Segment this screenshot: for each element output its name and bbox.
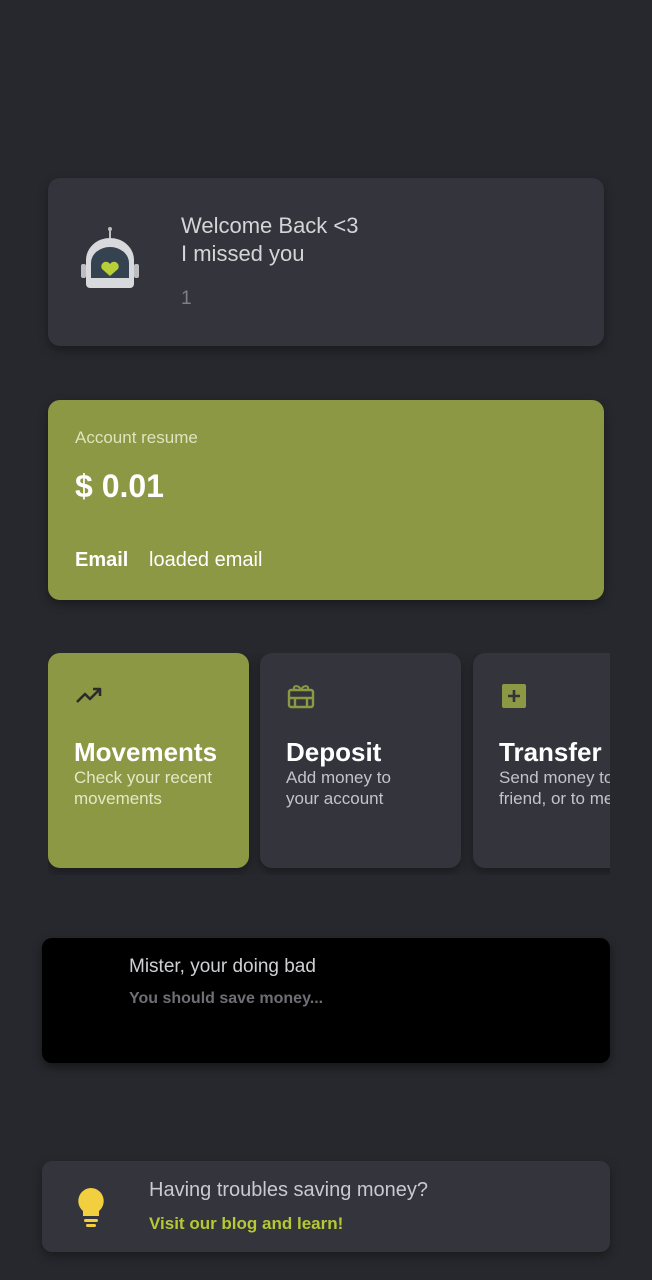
warning-title: Mister, your doing bad: [129, 956, 316, 977]
transfer-title: Transfer: [499, 737, 602, 767]
robot-heart-icon: [81, 227, 139, 288]
actions-carousel[interactable]: Movements Check your recent movements De…: [48, 653, 610, 875]
welcome-line-2: I missed you: [181, 241, 305, 266]
home-screen: Welcome Back <3 I missed you 1 Account r…: [0, 0, 652, 1280]
deposit-title: Deposit: [286, 737, 382, 767]
welcome-message: Welcome Back <3 I missed you: [181, 212, 359, 268]
add-box-icon: [502, 684, 526, 708]
welcome-card: Welcome Back <3 I missed you 1: [48, 178, 604, 346]
trending-up-icon: [76, 687, 102, 703]
account-resume-label: Account resume: [75, 428, 198, 447]
welcome-count: 1: [181, 288, 192, 309]
transfer-description-line-2: friend, or to me: [499, 789, 610, 808]
email-value: loaded email: [149, 549, 263, 571]
account-balance: $ 0.01: [75, 468, 164, 504]
deposit-card[interactable]: Deposit Add money to your account: [260, 653, 461, 868]
tip-title: Having troubles saving money?: [149, 1179, 429, 1201]
transfer-description: Send money to a friend, or to me: [499, 767, 610, 809]
warning-subtitle: You should save money...: [129, 990, 324, 1007]
transfer-card[interactable]: Transfer Send money to a friend, or to m…: [473, 653, 610, 868]
deposit-description: Add money to your account: [286, 768, 391, 808]
card-giftcard-icon: [287, 685, 315, 709]
savings-warning-card: Mister, your doing bad You should save m…: [42, 938, 610, 1063]
lightbulb-icon: [78, 1188, 104, 1227]
email-label: Email: [75, 549, 129, 571]
welcome-line-1: Welcome Back <3: [181, 213, 359, 238]
blog-tip-card[interactable]: Having troubles saving money? Visit our …: [42, 1161, 610, 1252]
blog-link[interactable]: Visit our blog and learn!: [149, 1214, 343, 1234]
transfer-description-line-1: Send money to a: [499, 768, 610, 787]
movements-title: Movements: [74, 737, 218, 767]
account-resume-card[interactable]: Account resume $ 0.01 Email loaded email: [48, 400, 604, 600]
movements-description: Check your recent movements: [74, 768, 212, 808]
movements-card[interactable]: Movements Check your recent movements: [48, 653, 249, 868]
